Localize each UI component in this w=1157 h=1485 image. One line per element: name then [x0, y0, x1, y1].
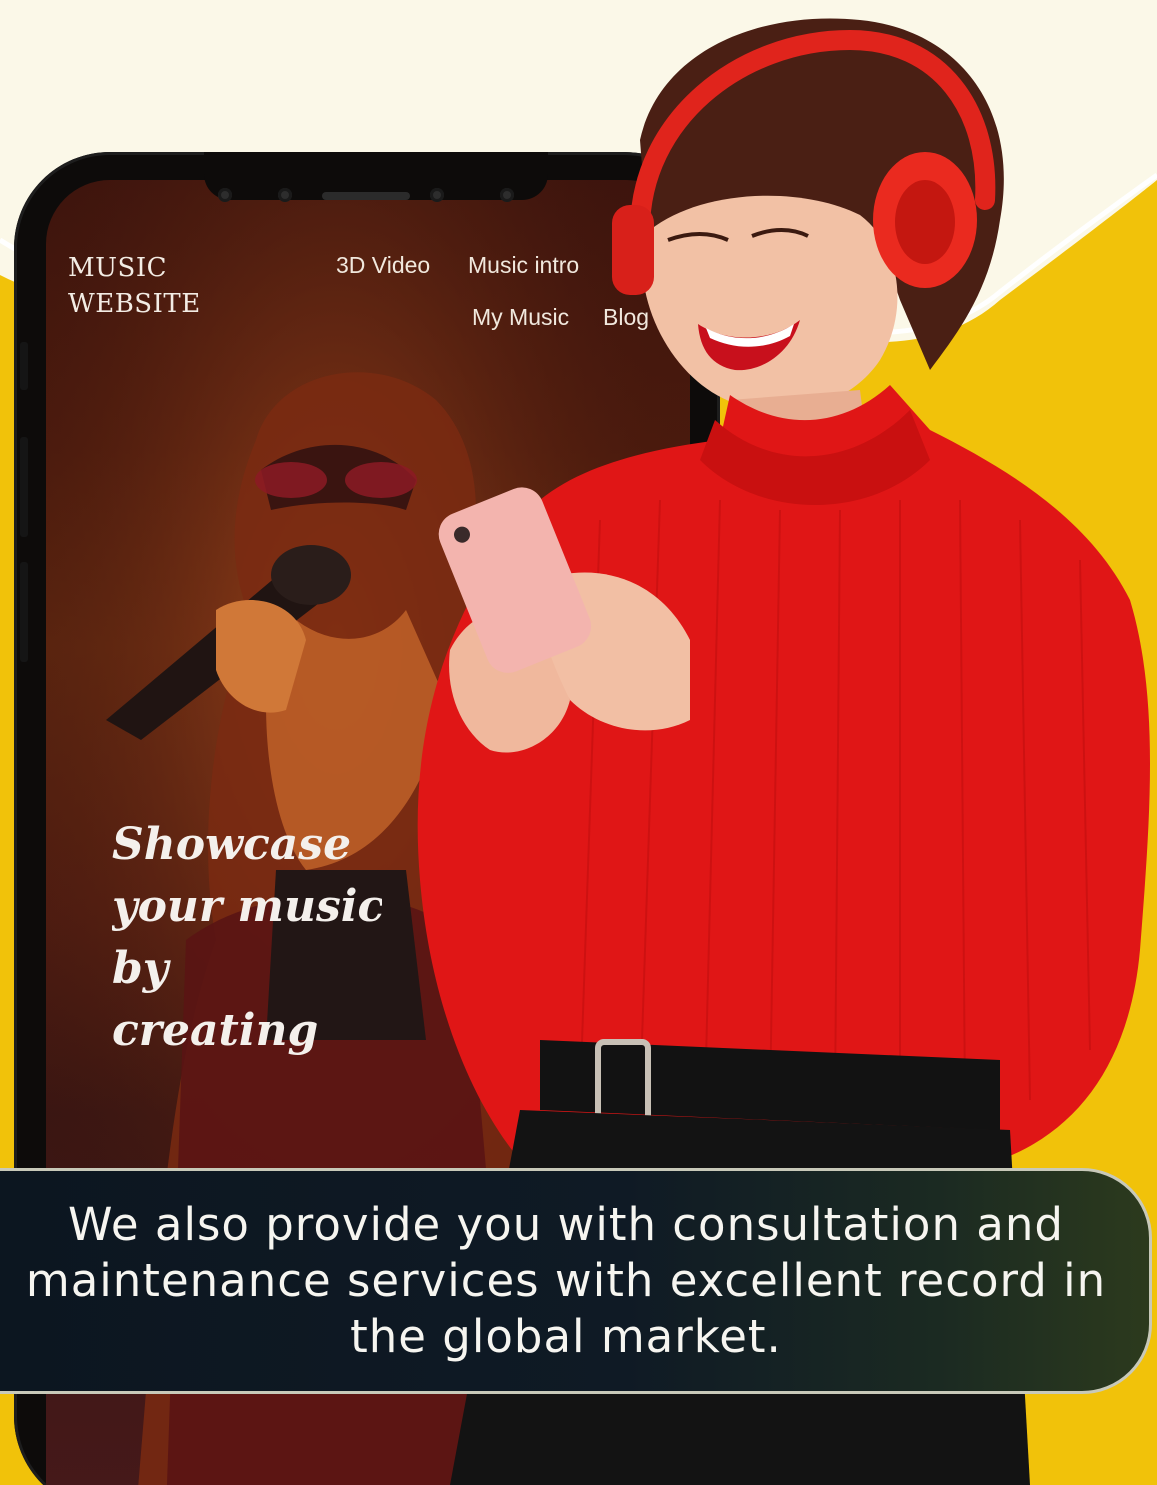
promo-stage: MUSIC WEBSITE 3D Video Music intro My Mu… [0, 0, 1157, 1485]
face [645, 195, 898, 411]
headphones-left-cup [612, 205, 654, 295]
headphones-right-cup-inner [895, 180, 955, 264]
info-banner: We also provide you with consultation an… [0, 1168, 1152, 1394]
banner-text: We also provide you with consultation an… [25, 1198, 1107, 1363]
